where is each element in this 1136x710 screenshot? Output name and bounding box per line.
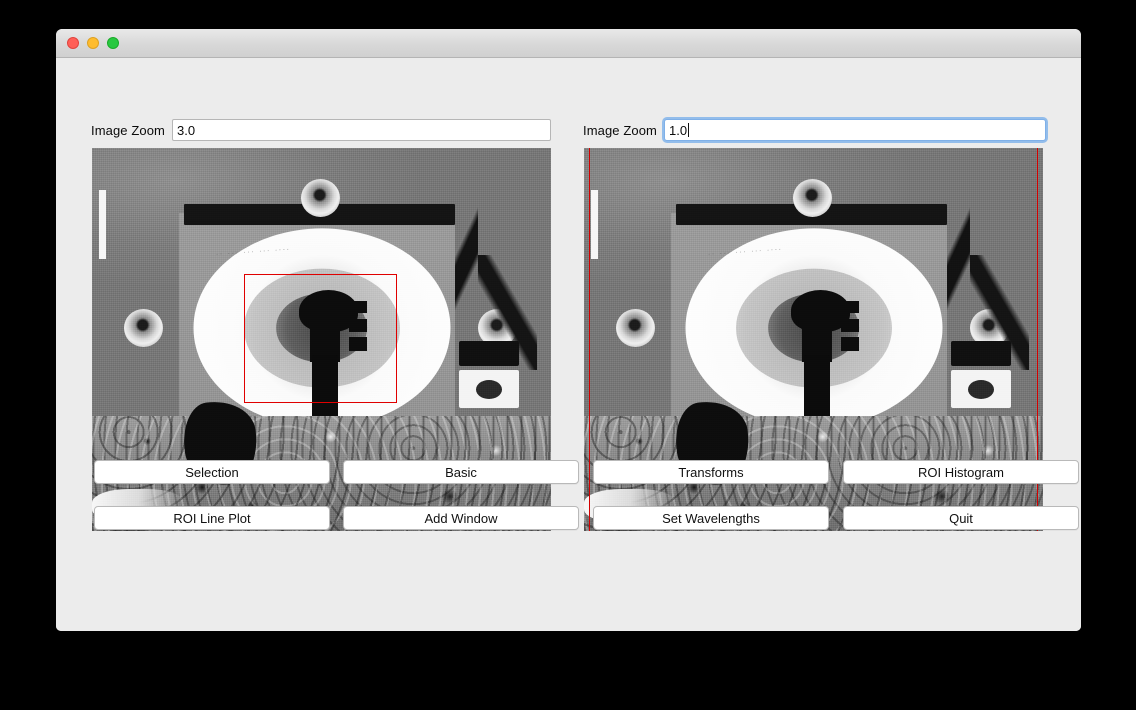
basic-button-label: Basic bbox=[445, 464, 477, 480]
cable-upper bbox=[454, 167, 478, 351]
roi-line-plot-button[interactable]: ROI Line Plot bbox=[94, 506, 330, 530]
window-titlebar[interactable] bbox=[56, 29, 1081, 58]
roi-line-plot-button-label: ROI Line Plot bbox=[173, 510, 251, 526]
image-zoom-label-right: Image Zoom bbox=[583, 122, 657, 138]
image-zoom-value-left: 3.0 bbox=[176, 122, 196, 138]
image-zoom-input-right[interactable]: 1.0 bbox=[663, 119, 1046, 141]
dark-patch bbox=[459, 341, 519, 367]
bolt-left bbox=[616, 308, 656, 348]
bolt-top bbox=[300, 178, 340, 217]
bolt-left bbox=[124, 308, 164, 348]
set-wavelengths-button[interactable]: Set Wavelengths bbox=[593, 506, 829, 530]
text-caret bbox=[688, 123, 690, 137]
transforms-button[interactable]: Transforms bbox=[593, 460, 829, 484]
traffic-light-group bbox=[67, 37, 119, 49]
image-zoom-label-left: Image Zoom bbox=[91, 122, 165, 138]
close-button-icon[interactable] bbox=[67, 37, 79, 49]
selection-button[interactable]: Selection bbox=[94, 460, 330, 484]
white-target-box bbox=[459, 370, 519, 409]
cable-upper bbox=[946, 167, 970, 351]
maximize-button-icon[interactable] bbox=[107, 37, 119, 49]
white-marker-bar bbox=[590, 190, 599, 260]
screen: Image Zoom 3.0 Image Zoom 1.0 .. ... ...… bbox=[0, 0, 1136, 710]
image-zoom-input-left[interactable]: 3.0 bbox=[171, 119, 551, 141]
image-zoom-value-right: 1.0 bbox=[668, 122, 688, 138]
set-wavelengths-button-label: Set Wavelengths bbox=[662, 510, 760, 526]
zoom-row-right: Image Zoom 1.0 bbox=[583, 118, 1046, 142]
quit-button-label: Quit bbox=[949, 510, 973, 526]
white-target-box bbox=[951, 370, 1011, 409]
zoom-row-left: Image Zoom 3.0 bbox=[91, 118, 551, 142]
bolt-top bbox=[792, 178, 832, 217]
basic-button[interactable]: Basic bbox=[343, 460, 579, 484]
quit-button[interactable]: Quit bbox=[843, 506, 1079, 530]
selection-button-label: Selection bbox=[185, 464, 239, 480]
roi-histogram-button-label: ROI Histogram bbox=[918, 464, 1004, 480]
white-marker-bar bbox=[98, 190, 107, 260]
gnomon-notches bbox=[349, 301, 368, 351]
add-window-button-label: Add Window bbox=[424, 510, 498, 526]
roi-histogram-button[interactable]: ROI Histogram bbox=[843, 460, 1079, 484]
minimize-button-icon[interactable] bbox=[87, 37, 99, 49]
gnomon-notches bbox=[841, 301, 860, 351]
window-content: Image Zoom 3.0 Image Zoom 1.0 .. ... ...… bbox=[56, 58, 1081, 631]
dark-patch bbox=[951, 341, 1011, 367]
add-window-button[interactable]: Add Window bbox=[343, 506, 579, 530]
transforms-button-label: Transforms bbox=[678, 464, 744, 480]
app-window: Image Zoom 3.0 Image Zoom 1.0 .. ... ...… bbox=[56, 29, 1081, 631]
